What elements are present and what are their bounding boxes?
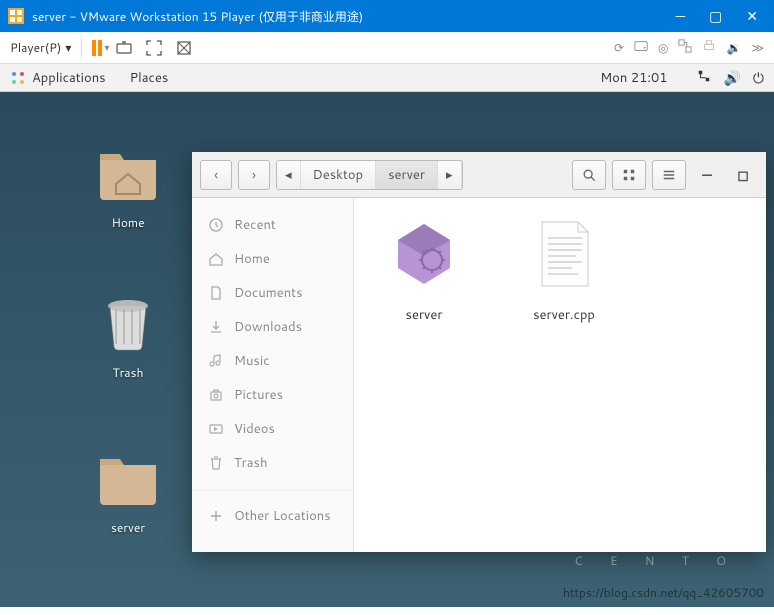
- file-label: server.cpp: [514, 306, 614, 324]
- file-server-cpp[interactable]: server.cpp: [514, 218, 614, 324]
- path-segment-current[interactable]: server: [376, 161, 438, 189]
- sidebar-item-trash[interactable]: Trash: [192, 446, 353, 480]
- vmware-logo-icon: [8, 8, 24, 24]
- cd-icon[interactable]: ◎: [658, 39, 668, 57]
- chevron-down-icon: ▾: [65, 39, 71, 56]
- desktop-icon-label: Home: [88, 214, 168, 231]
- desktop-home-icon[interactable]: Home: [88, 142, 168, 231]
- sidebar-item-videos[interactable]: Videos: [192, 412, 353, 446]
- player-menu[interactable]: Player(P) ▾: [10, 39, 71, 56]
- tools-icon[interactable]: ≫: [751, 39, 764, 57]
- path-forward-chevron[interactable]: ▸: [438, 161, 462, 189]
- sidebar-item-other-locations[interactable]: Other Locations: [192, 490, 353, 533]
- unity-icon[interactable]: [175, 39, 193, 57]
- sidebar-item-home[interactable]: Home: [192, 242, 353, 276]
- sidebar-label: Pictures: [234, 386, 283, 404]
- sidebar-item-pictures[interactable]: Pictures: [192, 378, 353, 412]
- desktop-trash-icon[interactable]: Trash: [88, 292, 168, 381]
- gnome-taskbar: Applications Places Mon 21:01 🔊 ⏻: [0, 64, 774, 92]
- vmware-toolbar: Player(P) ▾ ▾ ⟳ ◎ 🔉 ≫: [0, 32, 774, 64]
- sidebar-item-recent[interactable]: Recent: [192, 208, 353, 242]
- separator: [81, 38, 82, 58]
- close-button[interactable]: ✕: [746, 6, 758, 26]
- power-icon[interactable]: ⏻: [753, 68, 764, 88]
- file-server-executable[interactable]: server: [374, 218, 474, 324]
- sidebar-label: Recent: [234, 216, 276, 234]
- fm-maximize-button[interactable]: ◻: [728, 160, 758, 190]
- vmware-titlebar: server - VMware Workstation 15 Player (仅…: [0, 0, 774, 32]
- centos-watermark: C E N T O: [574, 552, 738, 569]
- icon-view-button[interactable]: [612, 160, 646, 190]
- printer-icon[interactable]: [702, 39, 716, 57]
- activities-icon: [10, 70, 26, 86]
- disconnect-icon[interactable]: ⟳: [614, 39, 624, 57]
- send-ctrl-alt-del-icon[interactable]: [115, 39, 133, 57]
- desktop-icon-label: server: [88, 519, 168, 536]
- desktop[interactable]: Home Trash server ‹ › ◂ Desktop server ▸…: [0, 92, 774, 607]
- desktop-icon-label: Trash: [88, 364, 168, 381]
- desktop-server-icon[interactable]: server: [88, 447, 168, 536]
- volume-icon[interactable]: 🔊: [723, 68, 740, 88]
- chevron-down-icon[interactable]: ▾: [104, 41, 109, 55]
- file-manager-content[interactable]: server server.cpp: [354, 198, 766, 552]
- hard-disk-icon[interactable]: [634, 39, 648, 57]
- network-icon[interactable]: [678, 39, 692, 57]
- sidebar-item-documents[interactable]: Documents: [192, 276, 353, 310]
- sidebar-item-music[interactable]: Music: [192, 344, 353, 378]
- network-status-icon[interactable]: [697, 68, 711, 88]
- sidebar-label: Downloads: [234, 318, 302, 336]
- sidebar-label: Documents: [234, 284, 303, 302]
- maximize-button[interactable]: ▢: [709, 6, 722, 26]
- sound-icon[interactable]: 🔉: [726, 39, 741, 57]
- sidebar-label: Videos: [234, 420, 275, 438]
- file-manager-headerbar: ‹ › ◂ Desktop server ▸ — ◻: [192, 152, 766, 198]
- search-button[interactable]: [572, 160, 606, 190]
- pause-button[interactable]: [92, 40, 102, 56]
- file-manager-window: ‹ › ◂ Desktop server ▸ — ◻ Recent Home D…: [192, 152, 766, 552]
- sidebar-label: Music: [234, 352, 270, 370]
- clock[interactable]: Mon 21:01: [600, 69, 667, 87]
- forward-button[interactable]: ›: [238, 160, 270, 190]
- fullscreen-icon[interactable]: [145, 39, 163, 57]
- sidebar-item-downloads[interactable]: Downloads: [192, 310, 353, 344]
- sidebar-label: Home: [234, 250, 270, 268]
- player-menu-label: Player(P): [10, 39, 61, 56]
- fm-minimize-button[interactable]: —: [692, 160, 722, 190]
- device-icons: ⟳ ◎ 🔉 ≫: [614, 39, 764, 57]
- applications-menu[interactable]: Applications: [32, 69, 106, 87]
- file-label: server: [374, 306, 474, 324]
- url-watermark: https://blog.csdn.net/qq_42605700: [563, 584, 764, 601]
- sidebar-label: Trash: [234, 454, 268, 472]
- path-segment-desktop[interactable]: Desktop: [301, 161, 377, 189]
- places-menu[interactable]: Places: [130, 69, 169, 87]
- minimize-button[interactable]: —: [676, 6, 685, 26]
- file-manager-sidebar: Recent Home Documents Downloads Music Pi…: [192, 198, 354, 552]
- sidebar-label: Other Locations: [234, 507, 331, 525]
- window-title: server - VMware Workstation 15 Player (仅…: [32, 8, 676, 25]
- back-button[interactable]: ‹: [200, 160, 232, 190]
- path-bar: ◂ Desktop server ▸: [276, 160, 463, 190]
- list-view-button[interactable]: [652, 160, 686, 190]
- path-back-chevron[interactable]: ◂: [277, 161, 301, 189]
